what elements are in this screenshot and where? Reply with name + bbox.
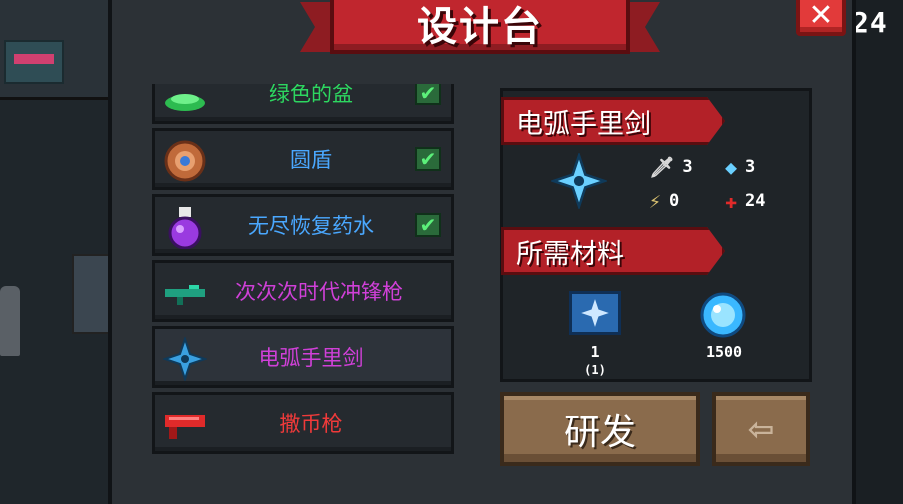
- list-item[interactable]: 撒币枪: [152, 392, 454, 454]
- research-button[interactable]: 研发: [500, 392, 700, 466]
- item-name: 电弧手里剑: [516, 108, 651, 140]
- list-item[interactable]: 圆盾 ✔: [152, 128, 454, 190]
- blue-gem-icon: [699, 291, 747, 339]
- materials-tag: 所需材料: [501, 227, 725, 275]
- gem-cost: 1500: [705, 343, 743, 361]
- list-item-label: 电弧手里剑: [258, 346, 364, 370]
- item-name-tag: 电弧手里剑: [501, 97, 725, 145]
- title-ribbon: 设计台: [300, 0, 660, 68]
- research-button-label: 研发: [563, 412, 636, 453]
- blueprint-list[interactable]: 绿色的盆 ✔ 圆盾 ✔ 无尽恢复药水 ✔ 次次次时代冲锋枪 电弧手里剑 撒币枪: [148, 84, 458, 474]
- exit-button[interactable]: ⇦: [712, 392, 810, 466]
- material-owned: (1): [584, 363, 606, 377]
- exit-icon: ⇦: [747, 410, 775, 448]
- energy-gem-icon: ◆: [725, 155, 738, 179]
- shuriken-large-icon: [549, 151, 609, 211]
- item-detail-box: 电弧手里剑 🗡 3 ◆ 3 ⚡ 0 ✚ 24 所需材料 1 (1) 1500: [500, 88, 812, 382]
- background-gas-tank: [0, 286, 20, 356]
- list-item-label: 无尽恢复药水: [248, 214, 374, 238]
- list-item-label: 绿色的盆: [269, 84, 353, 106]
- background-left-room: [0, 0, 112, 504]
- crit-icon: ⚡: [649, 189, 662, 213]
- green-basin-icon: [163, 84, 207, 117]
- list-item[interactable]: 绿色的盆 ✔: [152, 84, 454, 124]
- list-item[interactable]: 无尽恢复药水 ✔: [152, 194, 454, 256]
- close-button[interactable]: ✕: [796, 0, 846, 36]
- unlocked-check-icon: ✔: [415, 213, 441, 237]
- hud-counter: 24: [852, 6, 888, 39]
- unlocked-check-icon: ✔: [415, 147, 441, 171]
- crosshair-icon: ✚: [725, 189, 738, 213]
- energy-stat: ◆ 3: [725, 155, 756, 179]
- close-icon: ✕: [808, 0, 834, 33]
- list-item[interactable]: 次次次时代冲锋枪: [152, 260, 454, 322]
- material-count: 1: [590, 343, 600, 361]
- materials-title: 所需材料: [516, 238, 624, 270]
- purple-potion-icon: [163, 205, 207, 249]
- accuracy-stat: ✚ 24: [725, 189, 766, 213]
- damage-stat: 🗡 3: [649, 155, 693, 179]
- page-title: 设计台: [417, 4, 543, 50]
- crit-stat: ⚡ 0: [649, 189, 680, 213]
- list-item-label: 圆盾: [290, 148, 332, 172]
- red-coin-gun-icon: [163, 403, 207, 447]
- list-item-label: 次次次时代冲锋枪: [235, 280, 403, 304]
- shuriken-icon: [163, 337, 207, 381]
- list-item-label: 撒币枪: [279, 412, 343, 436]
- background-weapon-rack: [4, 40, 64, 84]
- sword-icon: 🗡: [649, 155, 675, 179]
- round-shield-icon: [163, 139, 207, 183]
- background-console: [72, 254, 110, 334]
- unlocked-check-icon: ✔: [415, 84, 441, 105]
- shuriken-blueprint-icon: [569, 291, 621, 335]
- list-item[interactable]: 电弧手里剑: [152, 326, 454, 388]
